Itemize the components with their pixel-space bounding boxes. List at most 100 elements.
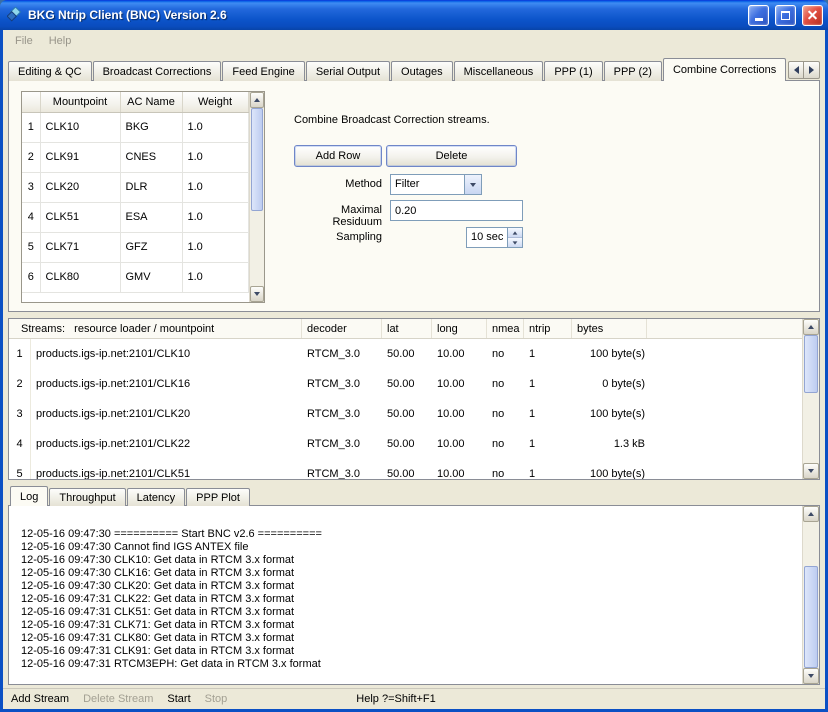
cell-long[interactable]: 10.00 [432, 438, 487, 450]
stop-action[interactable]: Stop [205, 693, 228, 705]
cell-decoder[interactable]: RTCM_3.0 [302, 438, 382, 450]
scroll-down-button[interactable] [250, 286, 265, 302]
tab-broadcast-corrections[interactable]: Broadcast Corrections [93, 61, 222, 81]
tab-scroll-right-button[interactable] [804, 61, 820, 79]
tab-ppp-1[interactable]: PPP (1) [544, 61, 602, 81]
stream-row[interactable]: 4 products.igs-ip.net:2101/CLK22 RTCM_3.… [9, 429, 802, 459]
cell-bytes[interactable]: 100 byte(s) [572, 408, 647, 420]
tab-ppp-plot[interactable]: PPP Plot [186, 488, 250, 506]
scroll-thumb[interactable] [251, 108, 264, 211]
cell-resource[interactable]: products.igs-ip.net:2101/CLK16 [31, 378, 302, 390]
tab-editing-qc[interactable]: Editing & QC [8, 61, 92, 81]
add-row-button[interactable]: Add Row [294, 145, 382, 167]
method-select[interactable]: Filter [390, 174, 482, 195]
cell-long[interactable]: 10.00 [432, 348, 487, 360]
add-stream-action[interactable]: Add Stream [11, 693, 69, 705]
cell-mountpoint[interactable]: CLK20 [40, 172, 120, 202]
chevron-down-icon[interactable] [464, 175, 481, 194]
stream-row[interactable]: 5 products.igs-ip.net:2101/CLK51 RTCM_3.… [9, 459, 802, 479]
cell-lat[interactable]: 50.00 [382, 408, 432, 420]
cell-ac-name[interactable]: ESA [120, 202, 182, 232]
cell-decoder[interactable]: RTCM_3.0 [302, 408, 382, 420]
cell-nmea[interactable]: no [487, 348, 524, 360]
menu-file[interactable]: File [7, 32, 41, 50]
tab-ppp-2[interactable]: PPP (2) [604, 61, 662, 81]
cell-nmea[interactable]: no [487, 408, 524, 420]
tab-log[interactable]: Log [10, 486, 48, 506]
cell-weight[interactable]: 1.0 [182, 262, 248, 292]
cell-lat[interactable]: 50.00 [382, 468, 432, 479]
delete-stream-action[interactable]: Delete Stream [83, 693, 153, 705]
cell-mountpoint[interactable]: CLK91 [40, 142, 120, 172]
scroll-track[interactable] [803, 522, 819, 668]
maximal-residuum-input[interactable] [390, 200, 523, 221]
cell-ntrip[interactable]: 1 [524, 378, 572, 390]
cell-long[interactable]: 10.00 [432, 408, 487, 420]
table-row[interactable]: 6 CLK80 GMV 1.0 [22, 262, 248, 292]
cell-nmea[interactable]: no [487, 438, 524, 450]
cell-mountpoint[interactable]: CLK10 [40, 112, 120, 142]
cell-ac-name[interactable]: BKG [120, 112, 182, 142]
cell-bytes[interactable]: 100 byte(s) [572, 348, 647, 360]
table-row[interactable]: 2 CLK91 CNES 1.0 [22, 142, 248, 172]
table-row[interactable]: 5 CLK71 GFZ 1.0 [22, 232, 248, 262]
delete-button[interactable]: Delete [386, 145, 517, 167]
tab-serial-output[interactable]: Serial Output [306, 61, 390, 81]
cell-ac-name[interactable]: CNES [120, 142, 182, 172]
maximize-button[interactable] [775, 5, 796, 26]
scroll-down-button[interactable] [803, 463, 819, 479]
cell-long[interactable]: 10.00 [432, 378, 487, 390]
stream-row[interactable]: 3 products.igs-ip.net:2101/CLK20 RTCM_3.… [9, 399, 802, 429]
cell-weight[interactable]: 1.0 [182, 172, 248, 202]
table-row[interactable]: 4 CLK51 ESA 1.0 [22, 202, 248, 232]
titlebar[interactable]: BKG Ntrip Client (BNC) Version 2.6 [0, 0, 828, 30]
cell-weight[interactable]: 1.0 [182, 232, 248, 262]
cell-lat[interactable]: 50.00 [382, 378, 432, 390]
menu-help[interactable]: Help [41, 32, 80, 50]
cell-ac-name[interactable]: GMV [120, 262, 182, 292]
sampling-spinner[interactable]: 10 sec [466, 227, 523, 248]
cell-lat[interactable]: 50.00 [382, 348, 432, 360]
scroll-up-button[interactable] [250, 92, 265, 108]
scroll-up-button[interactable] [803, 319, 819, 335]
start-action[interactable]: Start [167, 693, 190, 705]
cell-decoder[interactable]: RTCM_3.0 [302, 468, 382, 479]
cell-ac-name[interactable]: GFZ [120, 232, 182, 262]
cell-mountpoint[interactable]: CLK71 [40, 232, 120, 262]
cell-ntrip[interactable]: 1 [524, 348, 572, 360]
stream-row[interactable]: 1 products.igs-ip.net:2101/CLK10 RTCM_3.… [9, 339, 802, 369]
cell-resource[interactable]: products.igs-ip.net:2101/CLK20 [31, 408, 302, 420]
cell-long[interactable]: 10.00 [432, 468, 487, 479]
tab-combine-corrections[interactable]: Combine Corrections [663, 58, 786, 81]
cell-bytes[interactable]: 1.3 kB [572, 438, 647, 450]
cell-resource[interactable]: products.igs-ip.net:2101/CLK10 [31, 348, 302, 360]
table-row[interactable]: 1 CLK10 BKG 1.0 [22, 112, 248, 142]
cell-lat[interactable]: 50.00 [382, 438, 432, 450]
cell-mountpoint[interactable]: CLK80 [40, 262, 120, 292]
cell-resource[interactable]: products.igs-ip.net:2101/CLK22 [31, 438, 302, 450]
tab-feed-engine[interactable]: Feed Engine [222, 61, 304, 81]
cell-resource[interactable]: products.igs-ip.net:2101/CLK51 [31, 468, 302, 479]
scroll-track[interactable] [250, 108, 265, 286]
scroll-track[interactable] [803, 335, 819, 463]
tab-miscellaneous[interactable]: Miscellaneous [454, 61, 544, 81]
spin-down-button[interactable] [508, 237, 522, 247]
spin-up-button[interactable] [508, 228, 522, 237]
stream-row[interactable]: 2 products.igs-ip.net:2101/CLK16 RTCM_3.… [9, 369, 802, 399]
close-button[interactable] [802, 5, 823, 26]
cell-ac-name[interactable]: DLR [120, 172, 182, 202]
cell-decoder[interactable]: RTCM_3.0 [302, 348, 382, 360]
cell-decoder[interactable]: RTCM_3.0 [302, 378, 382, 390]
scroll-down-button[interactable] [803, 668, 819, 684]
cell-nmea[interactable]: no [487, 468, 524, 479]
tab-throughput[interactable]: Throughput [49, 488, 125, 506]
tab-latency[interactable]: Latency [127, 488, 186, 506]
cell-bytes[interactable]: 0 byte(s) [572, 378, 647, 390]
cell-weight[interactable]: 1.0 [182, 202, 248, 232]
cell-ntrip[interactable]: 1 [524, 468, 572, 479]
scroll-up-button[interactable] [803, 506, 819, 522]
cell-nmea[interactable]: no [487, 378, 524, 390]
table-row[interactable]: 3 CLK20 DLR 1.0 [22, 172, 248, 202]
scroll-thumb[interactable] [804, 335, 818, 393]
scroll-thumb[interactable] [804, 566, 818, 668]
